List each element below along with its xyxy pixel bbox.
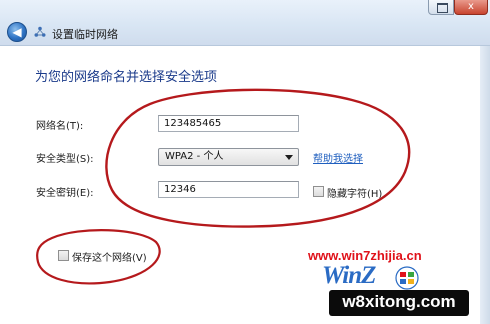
window-title: 设置临时网络 <box>52 28 118 41</box>
dropdown-arrow-icon <box>285 155 293 160</box>
windows-flag-icon <box>395 266 419 290</box>
watermark-url: www.win7zhijia.cn <box>308 248 422 263</box>
security-key-input[interactable]: 12346 <box>158 181 299 198</box>
maximize-button[interactable] <box>428 0 454 15</box>
watermark-domain: w8xitong.com <box>329 290 469 316</box>
network-name-label: 网络名(T): <box>36 121 84 132</box>
close-button[interactable]: x <box>454 0 488 15</box>
save-network-label[interactable]: 保存这个网络(V) <box>72 249 147 264</box>
window-edge <box>480 46 490 324</box>
watermark-logo: WinZ <box>322 262 376 289</box>
hide-characters-checkbox[interactable] <box>313 186 324 197</box>
hide-characters-label[interactable]: 隐藏字符(H) <box>327 185 382 200</box>
network-icon <box>34 26 46 37</box>
title-bar: x ◀ 设置临时网络 <box>0 0 490 46</box>
security-type-label: 安全类型(S): <box>36 154 94 165</box>
help-me-choose-link[interactable]: 帮助我选择 <box>313 150 363 165</box>
security-key-label: 安全密钥(E): <box>36 188 94 199</box>
network-name-input[interactable]: 123485465 <box>158 115 299 132</box>
security-type-select[interactable]: WPA2 - 个人 <box>158 148 299 166</box>
back-arrow-icon[interactable]: ◀ <box>7 22 27 42</box>
save-network-checkbox[interactable] <box>58 250 69 261</box>
page-heading: 为您的网络命名并选择安全选项 <box>35 70 218 85</box>
security-type-value: WPA2 - 个人 <box>165 151 224 162</box>
